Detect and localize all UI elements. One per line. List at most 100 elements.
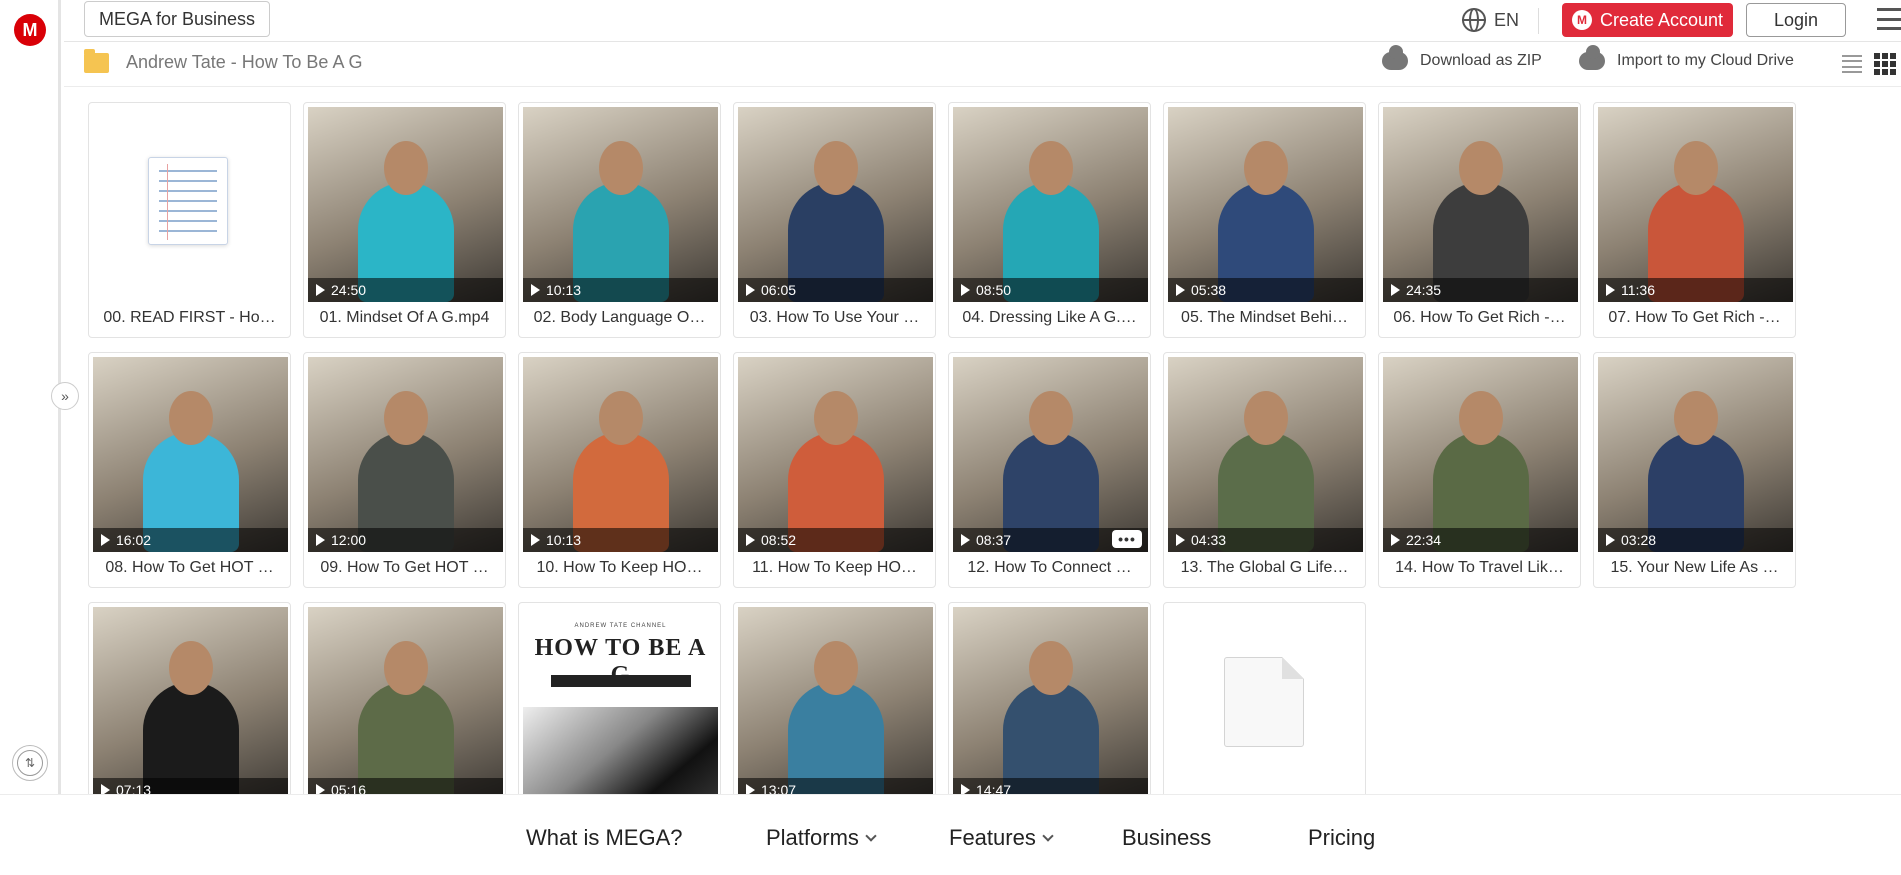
play-icon <box>531 284 540 296</box>
grid-view-icon[interactable] <box>1874 53 1896 75</box>
duration-bar: 05:38 <box>1168 278 1363 302</box>
file-name: 07. How To Get Rich -… <box>1608 309 1781 326</box>
video-duration: 04:33 <box>1191 532 1227 548</box>
file-tile[interactable]: 07:13 <box>88 602 291 794</box>
video-duration: 07:13 <box>116 782 152 794</box>
play-icon <box>1176 534 1185 546</box>
file-name: 15. Your New Life As … <box>1610 559 1779 576</box>
file-tile[interactable]: 10:13 02. Body Language O… <box>518 102 721 338</box>
video-thumbnail: 07:13 <box>93 607 288 794</box>
video-duration: 16:02 <box>116 532 152 548</box>
video-thumbnail: 13:07 <box>738 607 933 794</box>
file-name: 13. The Global G Life… <box>1180 559 1349 576</box>
hamburger-menu-icon[interactable] <box>1877 8 1901 30</box>
file-name: 14. How To Travel Lik… <box>1395 559 1564 576</box>
video-duration: 06:05 <box>761 282 797 298</box>
file-tile[interactable]: 08:50 04. Dressing Like A G.… <box>948 102 1151 338</box>
chevron-down-icon <box>1042 830 1054 842</box>
nav-platforms[interactable]: Platforms <box>766 825 877 851</box>
video-duration: 08:37 <box>976 532 1012 548</box>
duration-bar: 07:13 <box>93 778 288 794</box>
file-tile[interactable]: ANDREW TATE CHANNELHOW TO BE A G <box>518 602 721 794</box>
file-tile[interactable]: 24:35 06. How To Get Rich -… <box>1378 102 1581 338</box>
duration-bar: 12:00 <box>308 528 503 552</box>
header-divider <box>1538 8 1539 34</box>
play-icon <box>1391 284 1400 296</box>
video-thumbnail: 08:50 <box>953 107 1148 302</box>
top-header: MEGA for Business EN M Create Account Lo… <box>64 0 1901 42</box>
file-tile[interactable]: 04:33 13. The Global G Life… <box>1163 352 1366 588</box>
file-tile[interactable]: 05:16 <box>303 602 506 794</box>
play-icon <box>746 284 755 296</box>
video-thumbnail: 16:02 <box>93 357 288 552</box>
import-to-cloud-button[interactable]: Import to my Cloud Drive <box>1579 45 1794 70</box>
duration-bar: 08:50 <box>953 278 1148 302</box>
mega-for-business-button[interactable]: MEGA for Business <box>84 1 270 37</box>
file-tile[interactable]: 08:52 11. How To Keep HO… <box>733 352 936 588</box>
file-tile[interactable]: 22:34 14. How To Travel Lik… <box>1378 352 1581 588</box>
file-name: 04. Dressing Like A G.… <box>962 309 1137 326</box>
more-options-button[interactable]: ••• <box>1112 530 1142 548</box>
file-name: 01. Mindset Of A G.mp4 <box>319 309 490 326</box>
nav-business[interactable]: Business <box>1122 825 1211 851</box>
language-label: EN <box>1494 9 1520 30</box>
video-duration: 10:13 <box>546 282 582 298</box>
file-tile[interactable]: 16:02 08. How To Get HOT … <box>88 352 291 588</box>
file-tile[interactable]: 06:05 03. How To Use Your … <box>733 102 936 338</box>
play-icon <box>746 784 755 794</box>
bottom-nav: What is MEGA? Platforms Features Busines… <box>0 794 1901 875</box>
folder-path-bar: Andrew Tate - How To Be A G Download as … <box>64 43 1901 87</box>
nav-features[interactable]: Features <box>949 825 1054 851</box>
chevron-down-icon <box>865 830 877 842</box>
play-icon <box>316 784 325 794</box>
text-document-icon <box>148 157 228 245</box>
mega-mini-logo-icon: M <box>1571 10 1592 30</box>
file-name: 10. How To Keep HO… <box>536 559 703 576</box>
login-button[interactable]: Login <box>1746 3 1846 37</box>
expand-sidebar-button[interactable]: » <box>51 382 79 410</box>
file-tile[interactable]: 05:38 05. The Mindset Behi… <box>1163 102 1366 338</box>
transfer-manager-button[interactable]: ⇅ <box>12 745 48 781</box>
file-tile[interactable]: 08:37 ••• 12. How To Connect … <box>948 352 1151 588</box>
video-thumbnail: 05:16 <box>308 607 503 794</box>
file-name: 11. How To Keep HO… <box>752 559 917 576</box>
double-chevron-right-icon: » <box>61 388 69 404</box>
nav-what-is-mega[interactable]: What is MEGA? <box>526 825 682 851</box>
file-tile[interactable]: 14:47 <box>948 602 1151 794</box>
video-duration: 14:47 <box>976 782 1012 794</box>
file-tile[interactable]: 24:50 01. Mindset Of A G.mp4 <box>303 102 506 338</box>
play-icon <box>961 534 970 546</box>
file-tile[interactable]: 10:13 10. How To Keep HO… <box>518 352 721 588</box>
nav-pricing[interactable]: Pricing <box>1308 825 1375 851</box>
play-icon <box>961 784 970 794</box>
video-duration: 24:50 <box>331 282 367 298</box>
video-duration: 24:35 <box>1406 282 1442 298</box>
video-duration: 12:00 <box>331 532 367 548</box>
create-account-label: Create Account <box>1599 9 1724 30</box>
video-thumbnail: 12:00 <box>308 357 503 552</box>
download-zip-label: Download as ZIP <box>1420 52 1542 69</box>
file-name: 00. READ FIRST - Ho… <box>103 309 276 326</box>
file-tile[interactable]: 13:07 <box>733 602 936 794</box>
pdf-thumbnail: ANDREW TATE CHANNELHOW TO BE A G <box>523 607 718 794</box>
folder-icon <box>84 49 109 73</box>
play-icon <box>101 534 110 546</box>
list-view-icon[interactable] <box>1842 55 1862 73</box>
create-account-button[interactable]: M Create Account <box>1562 3 1733 37</box>
play-icon <box>316 534 325 546</box>
video-duration: 22:34 <box>1406 532 1442 548</box>
file-tile[interactable]: 12:00 09. How To Get HOT … <box>303 352 506 588</box>
duration-bar: 16:02 <box>93 528 288 552</box>
video-thumbnail: 08:52 <box>738 357 933 552</box>
language-selector[interactable]: EN <box>1462 8 1519 32</box>
mega-logo-icon[interactable]: M <box>14 14 46 46</box>
file-tile[interactable] <box>1163 602 1366 794</box>
pdf-subtitle: ANDREW TATE CHANNEL <box>574 623 667 629</box>
file-tile[interactable]: 03:28 15. Your New Life As … <box>1593 352 1796 588</box>
file-name: 09. How To Get HOT … <box>320 559 489 576</box>
folder-title: Andrew Tate - How To Be A G <box>126 52 363 72</box>
duration-bar: 24:35 <box>1383 278 1578 302</box>
file-tile[interactable]: 11:36 07. How To Get Rich -… <box>1593 102 1796 338</box>
download-zip-button[interactable]: Download as ZIP <box>1382 45 1542 70</box>
file-tile[interactable]: 00. READ FIRST - Ho… <box>88 102 291 338</box>
